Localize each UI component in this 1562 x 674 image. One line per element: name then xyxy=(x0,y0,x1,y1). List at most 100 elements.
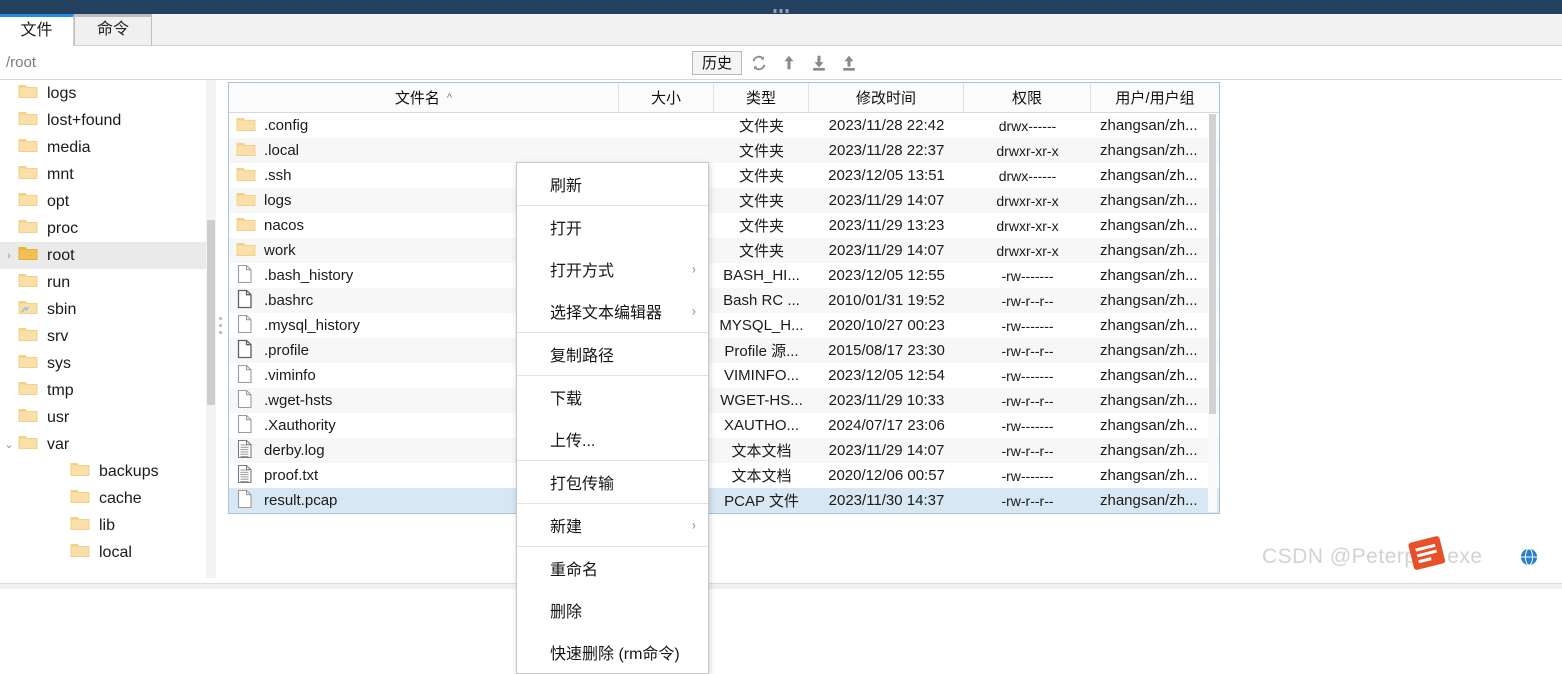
column-header-name[interactable]: 文件名 ^ xyxy=(229,83,619,112)
download-icon[interactable] xyxy=(806,51,832,75)
context-menu-item[interactable]: 下载 xyxy=(517,376,708,418)
folder-icon xyxy=(18,434,40,455)
tree-scrollbar-thumb[interactable] xyxy=(207,220,215,405)
tree-item-logs[interactable]: logs xyxy=(0,80,206,107)
context-menu-item[interactable]: 删除 xyxy=(517,589,708,631)
context-menu-item[interactable]: 选择文本编辑器 › xyxy=(517,290,708,332)
refresh-icon[interactable] xyxy=(746,51,772,75)
file-type-cell: WGET-HS... xyxy=(720,392,803,409)
tree-item-media[interactable]: media xyxy=(0,134,206,161)
file-list-rows[interactable]: .config 文件夹 2023/11/28 22:42 drwx------ zhan… xyxy=(229,113,1219,513)
tree-item-tmp[interactable]: tmp xyxy=(0,377,206,404)
window-drag-grip[interactable] xyxy=(773,9,789,13)
context-menu-item[interactable]: 打包传输 xyxy=(517,461,708,503)
file-modified-cell: 2020/10/27 00:23 xyxy=(828,317,945,334)
context-menu-item[interactable]: 打开 xyxy=(517,206,708,248)
file-name-label: .ssh xyxy=(264,167,292,184)
context-menu-item[interactable]: 重命名 xyxy=(517,547,708,589)
table-row[interactable]: .wget-hsts WGET-HS... 2023/11/29 10:33 -rw-… xyxy=(229,388,1219,413)
file-name-label: .bashrc xyxy=(264,292,314,309)
folder-icon xyxy=(70,515,92,536)
context-menu-item[interactable]: 复制路径 xyxy=(517,333,708,375)
table-row[interactable]: .bashrc Bash RC ... 2010/01/31 19:52 -rw-r-… xyxy=(229,288,1219,313)
tree-item-run[interactable]: run xyxy=(0,269,206,296)
column-header-type[interactable]: 类型 xyxy=(714,83,809,112)
column-header-time[interactable]: 修改时间 xyxy=(809,83,964,112)
directory-tree[interactable]: logs lost+found media mnt opt proc › root run sbi… xyxy=(0,80,206,583)
tree-scrollbar[interactable] xyxy=(206,80,216,583)
table-row[interactable]: .Xauthority XAUTHO... 2024/07/17 23:06 -rw-… xyxy=(229,413,1219,438)
tree-item-usr[interactable]: usr xyxy=(0,404,206,431)
table-row[interactable]: .profile Profile 源... 2015/08/17 23:30 -rw-… xyxy=(229,338,1219,363)
context-menu-item-label: 新建 xyxy=(550,519,583,536)
panel-splitter[interactable] xyxy=(216,80,226,583)
chevron-right-icon[interactable]: › xyxy=(0,250,18,262)
table-row[interactable]: proof.txt 文本文档 2020/12/06 00:57 -rw------- z… xyxy=(229,463,1219,488)
folder-icon xyxy=(18,218,40,239)
tree-item-cache[interactable]: cache xyxy=(0,485,206,512)
tree-item-lib[interactable]: lib xyxy=(0,512,206,539)
tree-item-srv[interactable]: srv xyxy=(0,323,206,350)
tree-item-label: cache xyxy=(99,489,142,507)
tab-command[interactable]: 命令 xyxy=(74,14,152,46)
tree-item-label: local xyxy=(99,543,132,561)
history-button[interactable]: 历史 xyxy=(692,51,743,75)
table-row[interactable]: nacos 文件夹 2023/11/29 13:23 drwxr-xr-x zhangs… xyxy=(229,213,1219,238)
context-menu-item[interactable]: 上传... xyxy=(517,418,708,460)
file-owner-cell: zhangsan/zh... xyxy=(1100,367,1198,384)
column-header-size[interactable]: 大小 xyxy=(619,83,714,112)
upload-icon[interactable] xyxy=(836,51,862,75)
folder-icon xyxy=(236,216,256,236)
context-menu[interactable]: 刷新 打开 打开方式 › 选择文本编辑器 › 复制路径 下载 上传... 打包传输 新建 › 重命名 删除… xyxy=(516,162,709,674)
tree-item-lost-found[interactable]: lost+found xyxy=(0,107,206,134)
file-list-scrollbar[interactable] xyxy=(1208,114,1217,512)
path-bar: /root 历史 xyxy=(0,46,1562,80)
table-row[interactable]: .viminfo VIMINFO... 2023/12/05 12:54 -rw---… xyxy=(229,363,1219,388)
tree-item-mnt[interactable]: mnt xyxy=(0,161,206,188)
table-row[interactable]: .config 文件夹 2023/11/28 22:42 drwx------ zhan… xyxy=(229,113,1219,138)
column-header-user[interactable]: 用户/用户组 xyxy=(1091,83,1219,112)
up-level-icon[interactable] xyxy=(776,51,802,75)
tree-item-label: opt xyxy=(47,192,70,210)
tree-item-root[interactable]: › root xyxy=(0,242,206,269)
tree-item-proc[interactable]: proc xyxy=(0,215,206,242)
file-modified-cell: 2023/11/29 14:07 xyxy=(828,242,945,259)
tree-item-backups[interactable]: backups xyxy=(0,458,206,485)
file-name-cell[interactable]: .local xyxy=(229,141,619,161)
table-row[interactable]: .local 文件夹 2023/11/28 22:37 drwxr-xr-x zhang… xyxy=(229,138,1219,163)
table-row[interactable]: work 文件夹 2023/11/29 14:07 drwxr-xr-x zhangsa… xyxy=(229,238,1219,263)
file-type-cell: XAUTHO... xyxy=(723,417,799,434)
context-menu-item[interactable]: 刷新 xyxy=(517,163,708,205)
tree-item-opt[interactable]: opt xyxy=(0,188,206,215)
context-menu-item[interactable]: 快速删除 (rm命令) xyxy=(517,631,708,673)
tree-item-sys[interactable]: sys xyxy=(0,350,206,377)
table-row[interactable]: derby.log 文本文档 2023/11/29 14:07 -rw-r--r-- z… xyxy=(229,438,1219,463)
tree-item-label: root xyxy=(47,246,75,264)
file-owner-cell: zhangsan/zh... xyxy=(1100,442,1198,459)
table-row[interactable]: logs 文件夹 2023/11/29 14:07 drwxr-xr-x zhangsa… xyxy=(229,188,1219,213)
column-header-perm[interactable]: 权限 xyxy=(964,83,1091,112)
chevron-down-icon[interactable]: ⌄ xyxy=(0,438,18,451)
file-name-label: .profile xyxy=(264,342,310,359)
file-owner-cell: zhangsan/zh... xyxy=(1100,117,1198,134)
table-row[interactable]: .ssh 文件夹 2023/12/05 13:51 drwx------ zhangsa… xyxy=(229,163,1219,188)
file-permission-cell: -rw------- xyxy=(1001,467,1054,484)
context-menu-item-label: 打开方式 xyxy=(550,263,615,280)
tree-item-local[interactable]: local xyxy=(0,539,206,566)
file-list-scrollbar-thumb[interactable] xyxy=(1209,114,1216,414)
table-row[interactable]: .bash_history BASH_HI... 2023/12/05 12:55 -… xyxy=(229,263,1219,288)
file-permission-cell: drwx------ xyxy=(998,117,1057,134)
current-path[interactable]: /root xyxy=(6,54,36,71)
context-menu-item[interactable]: 新建 › xyxy=(517,504,708,546)
file-modified-cell: 2023/11/30 14:37 xyxy=(828,492,945,509)
tree-item-var[interactable]: ⌄ var xyxy=(0,431,206,458)
tree-item-sbin[interactable]: sbin xyxy=(0,296,206,323)
tab-files[interactable]: 文件 xyxy=(0,14,74,46)
folder-icon xyxy=(18,407,40,428)
table-row[interactable]: .mysql_history MYSQL_H... 2020/10/27 00:23… xyxy=(229,313,1219,338)
file-name-cell[interactable]: .config xyxy=(229,116,619,136)
tree-item-label: mnt xyxy=(47,165,74,183)
context-menu-item[interactable]: 打开方式 › xyxy=(517,248,708,290)
tree-item-label: backups xyxy=(99,462,159,480)
table-row[interactable]: result.pcap PCAP 文件 2023/11/30 14:37 -rw-r-… xyxy=(229,488,1219,513)
